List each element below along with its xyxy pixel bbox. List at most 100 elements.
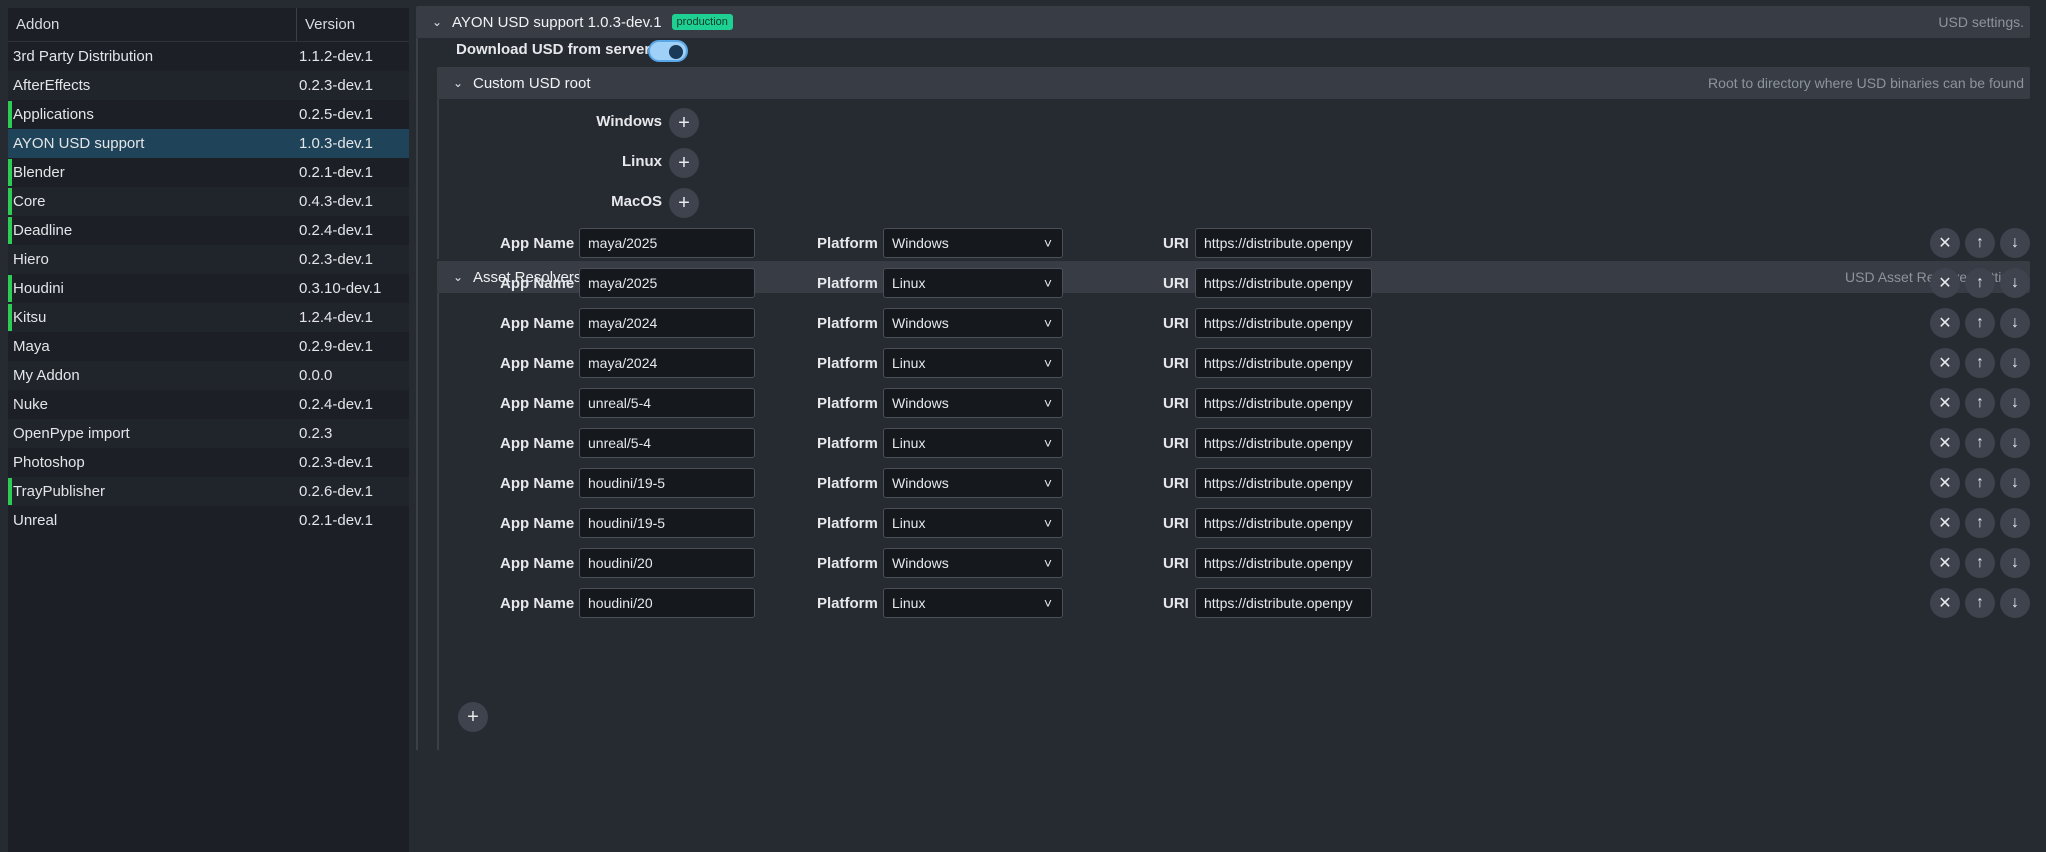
app-name-input[interactable]: maya/2024 xyxy=(579,348,755,378)
app-name-input[interactable]: maya/2024 xyxy=(579,308,755,338)
settings-panel: ⌄ AYON USD support 1.0.3-dev.1 productio… xyxy=(416,6,2030,852)
move-up-button[interactable]: ↑ xyxy=(1965,228,1995,258)
column-header-version[interactable]: Version xyxy=(297,16,355,33)
remove-resolver-button[interactable]: ✕ xyxy=(1930,468,1960,498)
move-down-button[interactable]: ↓ xyxy=(2000,308,2030,338)
addon-row[interactable]: Nuke 0.2.4-dev.1 xyxy=(8,390,409,419)
move-up-button[interactable]: ↑ xyxy=(1965,508,1995,538)
platform-select[interactable]: Windows ˅ xyxy=(883,468,1063,498)
move-up-button[interactable]: ↑ xyxy=(1965,588,1995,618)
remove-resolver-button[interactable]: ✕ xyxy=(1930,548,1960,578)
chevron-down-icon: ˅ xyxy=(1043,275,1052,291)
app-name-input[interactable]: unreal/5-4 xyxy=(579,388,755,418)
addon-row[interactable]: Houdini 0.3.10-dev.1 xyxy=(8,274,409,303)
platform-select[interactable]: Windows ˅ xyxy=(883,548,1063,578)
column-header-addon[interactable]: Addon xyxy=(8,8,297,41)
move-up-button[interactable]: ↑ xyxy=(1965,348,1995,378)
remove-resolver-button[interactable]: ✕ xyxy=(1930,308,1960,338)
close-icon: ✕ xyxy=(1938,595,1952,612)
addon-row[interactable]: TrayPublisher 0.2.6-dev.1 xyxy=(8,477,409,506)
app-name-input[interactable]: maya/2025 xyxy=(579,268,755,298)
platform-select[interactable]: Linux ˅ xyxy=(883,588,1063,618)
addon-row[interactable]: OpenPype import 0.2.3 xyxy=(8,419,409,448)
app-name-input[interactable]: houdini/20 xyxy=(579,548,755,578)
arrow-up-icon: ↑ xyxy=(1976,354,1984,371)
remove-resolver-button[interactable]: ✕ xyxy=(1930,508,1960,538)
move-down-button[interactable]: ↓ xyxy=(2000,268,2030,298)
move-up-button[interactable]: ↑ xyxy=(1965,388,1995,418)
chevron-down-icon[interactable]: ⌄ xyxy=(451,76,465,90)
move-up-button[interactable]: ↑ xyxy=(1965,268,1995,298)
remove-resolver-button[interactable]: ✕ xyxy=(1930,388,1960,418)
addon-row[interactable]: AYON USD support 1.0.3-dev.1 xyxy=(8,129,409,158)
remove-resolver-button[interactable]: ✕ xyxy=(1930,588,1960,618)
addon-name: Photoshop xyxy=(13,454,85,471)
uri-input[interactable]: https://distribute.openpy xyxy=(1195,268,1372,298)
uri-input[interactable]: https://distribute.openpy xyxy=(1195,588,1372,618)
uri-input[interactable]: https://distribute.openpy xyxy=(1195,228,1372,258)
uri-input[interactable]: https://distribute.openpy xyxy=(1195,548,1372,578)
addon-row[interactable]: AfterEffects 0.2.3-dev.1 xyxy=(8,71,409,100)
move-up-button[interactable]: ↑ xyxy=(1965,428,1995,458)
chevron-down-icon[interactable]: ⌄ xyxy=(451,270,465,284)
custom-usd-root-header[interactable]: ⌄ Custom USD root Root to directory wher… xyxy=(437,67,2030,99)
addon-version: 0.2.3-dev.1 xyxy=(299,77,373,94)
remove-resolver-button[interactable]: ✕ xyxy=(1930,428,1960,458)
move-down-button[interactable]: ↓ xyxy=(2000,588,2030,618)
uri-label: URI xyxy=(1163,235,1189,252)
addon-row[interactable]: Maya 0.2.9-dev.1 xyxy=(8,332,409,361)
platform-select[interactable]: Linux ˅ xyxy=(883,508,1063,538)
platform-select[interactable]: Windows ˅ xyxy=(883,228,1063,258)
platform-select[interactable]: Linux ˅ xyxy=(883,348,1063,378)
addon-row[interactable]: Applications 0.2.5-dev.1 xyxy=(8,100,409,129)
platform-label: Platform xyxy=(817,395,878,412)
add-resolver-button[interactable]: + xyxy=(458,702,488,732)
uri-input[interactable]: https://distribute.openpy xyxy=(1195,428,1372,458)
addon-row[interactable]: My Addon 0.0.0 xyxy=(8,361,409,390)
uri-input[interactable]: https://distribute.openpy xyxy=(1195,468,1372,498)
move-down-button[interactable]: ↓ xyxy=(2000,428,2030,458)
remove-resolver-button[interactable]: ✕ xyxy=(1930,268,1960,298)
addon-row[interactable]: Kitsu 1.2.4-dev.1 xyxy=(8,303,409,332)
addon-row[interactable]: Hiero 0.2.3-dev.1 xyxy=(8,245,409,274)
addon-row[interactable]: Photoshop 0.2.3-dev.1 xyxy=(8,448,409,477)
platform-select[interactable]: Linux ˅ xyxy=(883,268,1063,298)
uri-input[interactable]: https://distribute.openpy xyxy=(1195,508,1372,538)
platform-select[interactable]: Windows ˅ xyxy=(883,308,1063,338)
uri-label: URI xyxy=(1163,475,1189,492)
app-name-input[interactable]: unreal/5-4 xyxy=(579,428,755,458)
platform-select[interactable]: Windows ˅ xyxy=(883,388,1063,418)
app-name-input[interactable]: maya/2025 xyxy=(579,228,755,258)
uri-input[interactable]: https://distribute.openpy xyxy=(1195,388,1372,418)
app-name-input[interactable]: houdini/20 xyxy=(579,588,755,618)
addon-settings-header[interactable]: ⌄ AYON USD support 1.0.3-dev.1 productio… xyxy=(416,6,2030,38)
app-name-input[interactable]: houdini/19-5 xyxy=(579,508,755,538)
addon-row[interactable]: Blender 0.2.1-dev.1 xyxy=(8,158,409,187)
add-root-path-button[interactable]: + xyxy=(669,108,699,138)
addon-row[interactable]: 3rd Party Distribution 1.1.2-dev.1 xyxy=(8,42,409,71)
remove-resolver-button[interactable]: ✕ xyxy=(1930,348,1960,378)
platform-select-value: Linux xyxy=(892,435,926,451)
platform-select[interactable]: Linux ˅ xyxy=(883,428,1063,458)
add-root-path-button[interactable]: + xyxy=(669,148,699,178)
move-down-button[interactable]: ↓ xyxy=(2000,508,2030,538)
remove-resolver-button[interactable]: ✕ xyxy=(1930,228,1960,258)
arrow-down-icon: ↓ xyxy=(2011,394,2019,411)
move-down-button[interactable]: ↓ xyxy=(2000,228,2030,258)
chevron-down-icon[interactable]: ⌄ xyxy=(430,15,444,29)
move-down-button[interactable]: ↓ xyxy=(2000,348,2030,378)
move-down-button[interactable]: ↓ xyxy=(2000,548,2030,578)
move-down-button[interactable]: ↓ xyxy=(2000,388,2030,418)
add-root-path-button[interactable]: + xyxy=(669,188,699,218)
uri-input[interactable]: https://distribute.openpy xyxy=(1195,348,1372,378)
move-up-button[interactable]: ↑ xyxy=(1965,308,1995,338)
addon-row[interactable]: Core 0.4.3-dev.1 xyxy=(8,187,409,216)
uri-input[interactable]: https://distribute.openpy xyxy=(1195,308,1372,338)
download-usd-toggle[interactable] xyxy=(648,40,688,62)
addon-row[interactable]: Unreal 0.2.1-dev.1 xyxy=(8,506,409,535)
app-name-input[interactable]: houdini/19-5 xyxy=(579,468,755,498)
addon-row[interactable]: Deadline 0.2.4-dev.1 xyxy=(8,216,409,245)
move-down-button[interactable]: ↓ xyxy=(2000,468,2030,498)
move-up-button[interactable]: ↑ xyxy=(1965,468,1995,498)
move-up-button[interactable]: ↑ xyxy=(1965,548,1995,578)
